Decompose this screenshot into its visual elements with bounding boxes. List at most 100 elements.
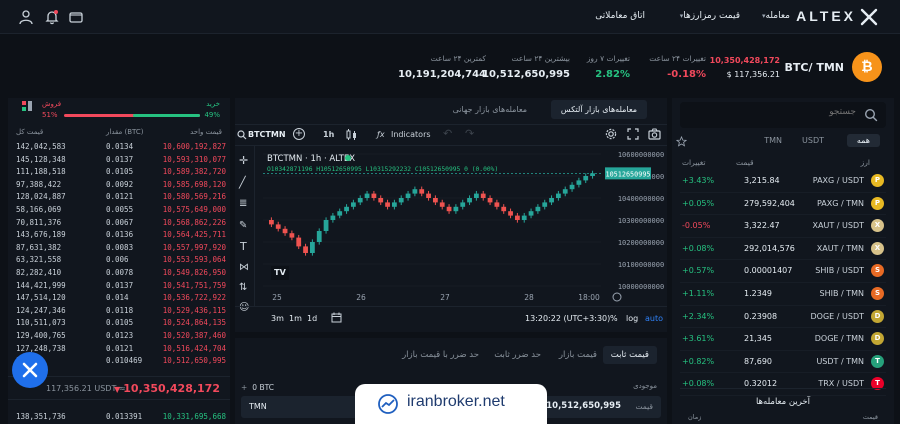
market-row[interactable]: T USDT / TMN 87,690 +0.82% (680, 351, 886, 374)
brand-x-icon (860, 8, 878, 26)
nav-trade[interactable]: معامله▾ (759, 11, 790, 21)
sell-order-row[interactable]: 111,188,518 0.0105 10,589,382,720 (16, 167, 226, 179)
candle-body (337, 211, 343, 216)
ob-price: 10,593,310,077 (162, 154, 226, 164)
compare-plus-icon[interactable]: + (293, 128, 305, 140)
range-1m[interactable]: 1m (289, 314, 302, 323)
ob-price: 10,575,649,000 (162, 205, 226, 214)
sell-order-row[interactable]: 110,511,073 0.0105 10,524,864,135 (16, 318, 226, 330)
text-tool-icon[interactable]: T (240, 240, 247, 253)
tab-all[interactable]: همه (846, 134, 880, 147)
stat-change-24h: تغییرات ۲۴ ساعت -0.18% (649, 54, 706, 80)
ob-amount: 0.006 (106, 255, 129, 265)
ob-price: 10,568,862,226 (162, 217, 226, 227)
tab-usdt[interactable]: USDT (802, 136, 824, 145)
tradingview-logo: TV (271, 266, 289, 280)
measure-icon[interactable]: ⇅ (239, 282, 247, 293)
bell-icon[interactable] (44, 9, 60, 25)
gear-icon[interactable] (605, 128, 617, 140)
market-row[interactable]: X XAUT / USDT 3,322.47 -0.05% (680, 215, 886, 238)
range-3m[interactable]: 3m (271, 314, 284, 323)
fullscreen-icon[interactable] (627, 128, 639, 140)
nav-trading-room[interactable]: اتاق معاملاتی (595, 11, 645, 21)
sell-order-row[interactable]: 143,676,189 0.0136 10,564,425,711 (16, 230, 226, 242)
brush-icon[interactable]: ✎ (239, 220, 247, 231)
sell-order-row[interactable]: 144,421,999 0.0137 10,541,751,759 (16, 281, 226, 293)
tab-tmn[interactable]: TMN (764, 136, 782, 145)
support-button[interactable] (12, 352, 48, 388)
candle-body (508, 211, 513, 216)
sell-order-row[interactable]: 97,388,422 0.0092 10,585,698,120 (16, 180, 226, 192)
sell-order-row[interactable]: 142,042,583 0.0134 10,600,192,827 (16, 142, 226, 154)
sell-order-row[interactable]: 58,166,069 0.0055 10,575,649,000 (16, 205, 226, 217)
sell-order-row[interactable]: 145,128,348 0.0137 10,593,310,077 (16, 155, 226, 167)
tab-stop-limit[interactable]: حد ضرر ثابت (494, 350, 541, 360)
ob-price: 10,557,997,920 (162, 242, 226, 252)
range-1d[interactable]: 1d (307, 314, 317, 323)
sell-order-row[interactable]: 129,400,765 0.0123 10,520,387,460 (16, 331, 226, 343)
sell-order-row[interactable]: 70,811,376 0.0067 10,568,862,226 (16, 218, 226, 230)
sell-order-row[interactable]: 127,248,738 0.0121 10,516,424,704 (16, 344, 226, 356)
candle-body (357, 198, 363, 203)
search-icon[interactable] (864, 108, 878, 122)
calendar-icon[interactable] (331, 312, 342, 323)
star-icon[interactable] (675, 135, 688, 150)
sell-order-row[interactable]: 128,024,887 0.0121 10,580,569,216 (16, 192, 226, 204)
market-row[interactable]: D DOGE / USDT 0.23908 +2.34% (680, 306, 886, 329)
tab-global-trades[interactable]: معامله‌های بازار جهانی (453, 105, 527, 114)
nav-prices[interactable]: قیمت رمزارزها▾ (677, 11, 740, 21)
tab-limit[interactable]: قیمت ثابت (602, 346, 657, 364)
toggle-log[interactable]: log (626, 314, 638, 323)
chart-symbol[interactable]: BTCTMN (248, 130, 286, 139)
plus-icon[interactable]: + (241, 383, 247, 392)
market-row[interactable]: S SHIB / TMN 1.2349 +1.11% (680, 283, 886, 306)
orderbook-layout-icon[interactable] (22, 101, 34, 113)
trendline-icon[interactable]: ╱ (239, 176, 246, 189)
candle-body (576, 180, 582, 185)
redo-icon[interactable]: ↷ (465, 127, 474, 140)
divider (235, 124, 667, 125)
indicators-button[interactable]: Indicators (391, 130, 431, 139)
chart-interval[interactable]: 1h (323, 130, 334, 139)
crosshair-icon[interactable]: ✛ (239, 154, 248, 167)
market-row[interactable]: P PAXG / TMN 279,592,404 +0.05% (680, 193, 886, 216)
candle-body (426, 193, 431, 198)
sell-order-row[interactable]: 63,321,558 0.006 10,553,593,064 (16, 255, 226, 267)
candle-type-icon[interactable] (345, 129, 359, 140)
toggle-percent[interactable]: % (610, 314, 618, 323)
pattern-icon[interactable]: ⋈ (239, 262, 249, 273)
market-pair: PAXG / USDT (812, 176, 864, 185)
brand-logo[interactable]: ALTEX (796, 8, 856, 24)
stat-value: 10,512,650,995 (482, 69, 570, 80)
sell-order-row[interactable]: 124,247,346 0.0118 10,529,436,115 (16, 306, 226, 318)
y-tick-label: 10400000000 (618, 195, 664, 203)
tab-market[interactable]: قیمت بازار (559, 350, 597, 360)
candle-body (371, 193, 377, 198)
wallet-icon[interactable] (68, 9, 84, 25)
market-row[interactable]: P PAXG / USDT 3,215.84 +3.43% (680, 170, 886, 193)
user-icon[interactable] (18, 9, 34, 25)
market-row[interactable]: S SHIB / USDT 0.00001407 +0.57% (680, 260, 886, 283)
balance-unit: BTC (259, 383, 274, 392)
emoji-icon[interactable]: ☺ (239, 302, 249, 313)
ob-amount: 0.0121 (106, 343, 134, 353)
market-row[interactable]: X XAUT / TMN 292,014,576 +0.08% (680, 238, 886, 261)
balance-btc: +0 BTC (241, 383, 274, 392)
candle-body (515, 215, 520, 220)
market-row[interactable]: D DOGE / TMN 21,345 +3.61% (680, 328, 886, 351)
sell-order-row[interactable]: 147,514,120 0.014 10,536,722,922 (16, 293, 226, 305)
candle-body (446, 206, 452, 212)
camera-icon[interactable] (648, 128, 661, 140)
symbol-search-icon[interactable] (237, 130, 247, 140)
toggle-auto[interactable]: auto (645, 314, 663, 323)
market-pair: XAUT / USDT (812, 221, 864, 231)
buy-order-row[interactable]: 138,351,736 0.013391 10,331,695,668 (16, 412, 226, 424)
fib-icon[interactable]: ≣ (239, 198, 247, 209)
ob-amount: 0.0083 (106, 242, 134, 252)
search-input[interactable] (696, 107, 856, 117)
tab-stop-market[interactable]: حد ضرر با قیمت بازار (402, 350, 479, 360)
tab-altex-trades[interactable]: معامله‌های بازار آلتکس (550, 100, 647, 119)
sell-order-row[interactable]: 87,631,382 0.0083 10,557,997,920 (16, 243, 226, 255)
sell-order-row[interactable]: 82,282,410 0.0078 10,549,826,950 (16, 268, 226, 280)
undo-icon[interactable]: ↶ (443, 127, 452, 140)
